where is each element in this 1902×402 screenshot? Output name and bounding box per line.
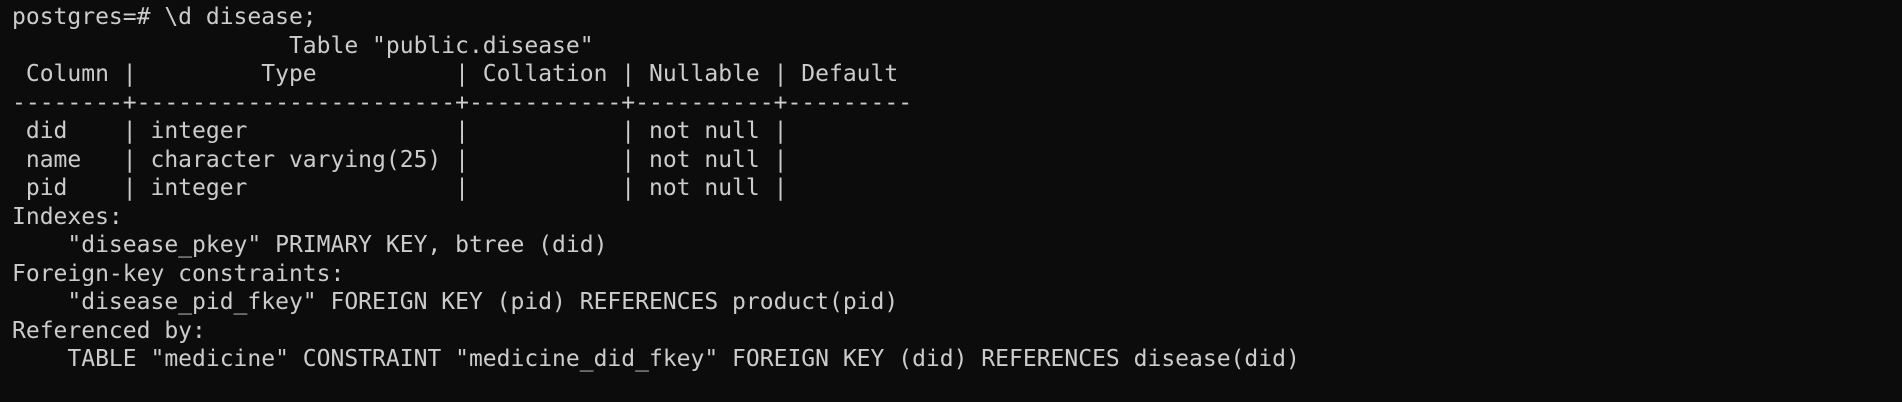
- terminal-window[interactable]: postgres=# \d disease; Table "public.dis…: [0, 0, 1902, 402]
- referenced-by-entry: TABLE "medicine" CONSTRAINT "medicine_di…: [12, 346, 1300, 372]
- foreign-key-heading: Foreign-key constraints:: [12, 260, 345, 287]
- foreign-key-entry: "disease_pid_fkey" FOREIGN KEY (pid) REF…: [12, 289, 899, 315]
- referenced-by-heading: Referenced by:: [12, 317, 206, 344]
- table-row-pid: pid | integer | | not null |: [12, 175, 788, 201]
- column-header-line: Column | Type | Collation | Nullable | D…: [12, 61, 899, 87]
- indexes-heading: Indexes:: [12, 203, 123, 230]
- header-separator-line: --------+-----------------------+-------…: [12, 89, 913, 116]
- table-row-did: did | integer | | not null |: [12, 118, 788, 144]
- table-title-line: Table "public.disease": [12, 32, 594, 59]
- table-row-name: name | character varying(25) | | not nul…: [12, 146, 788, 173]
- index-entry: "disease_pkey" PRIMARY KEY, btree (did): [12, 232, 608, 258]
- command-prompt-line: postgres=# \d disease;: [12, 4, 317, 30]
